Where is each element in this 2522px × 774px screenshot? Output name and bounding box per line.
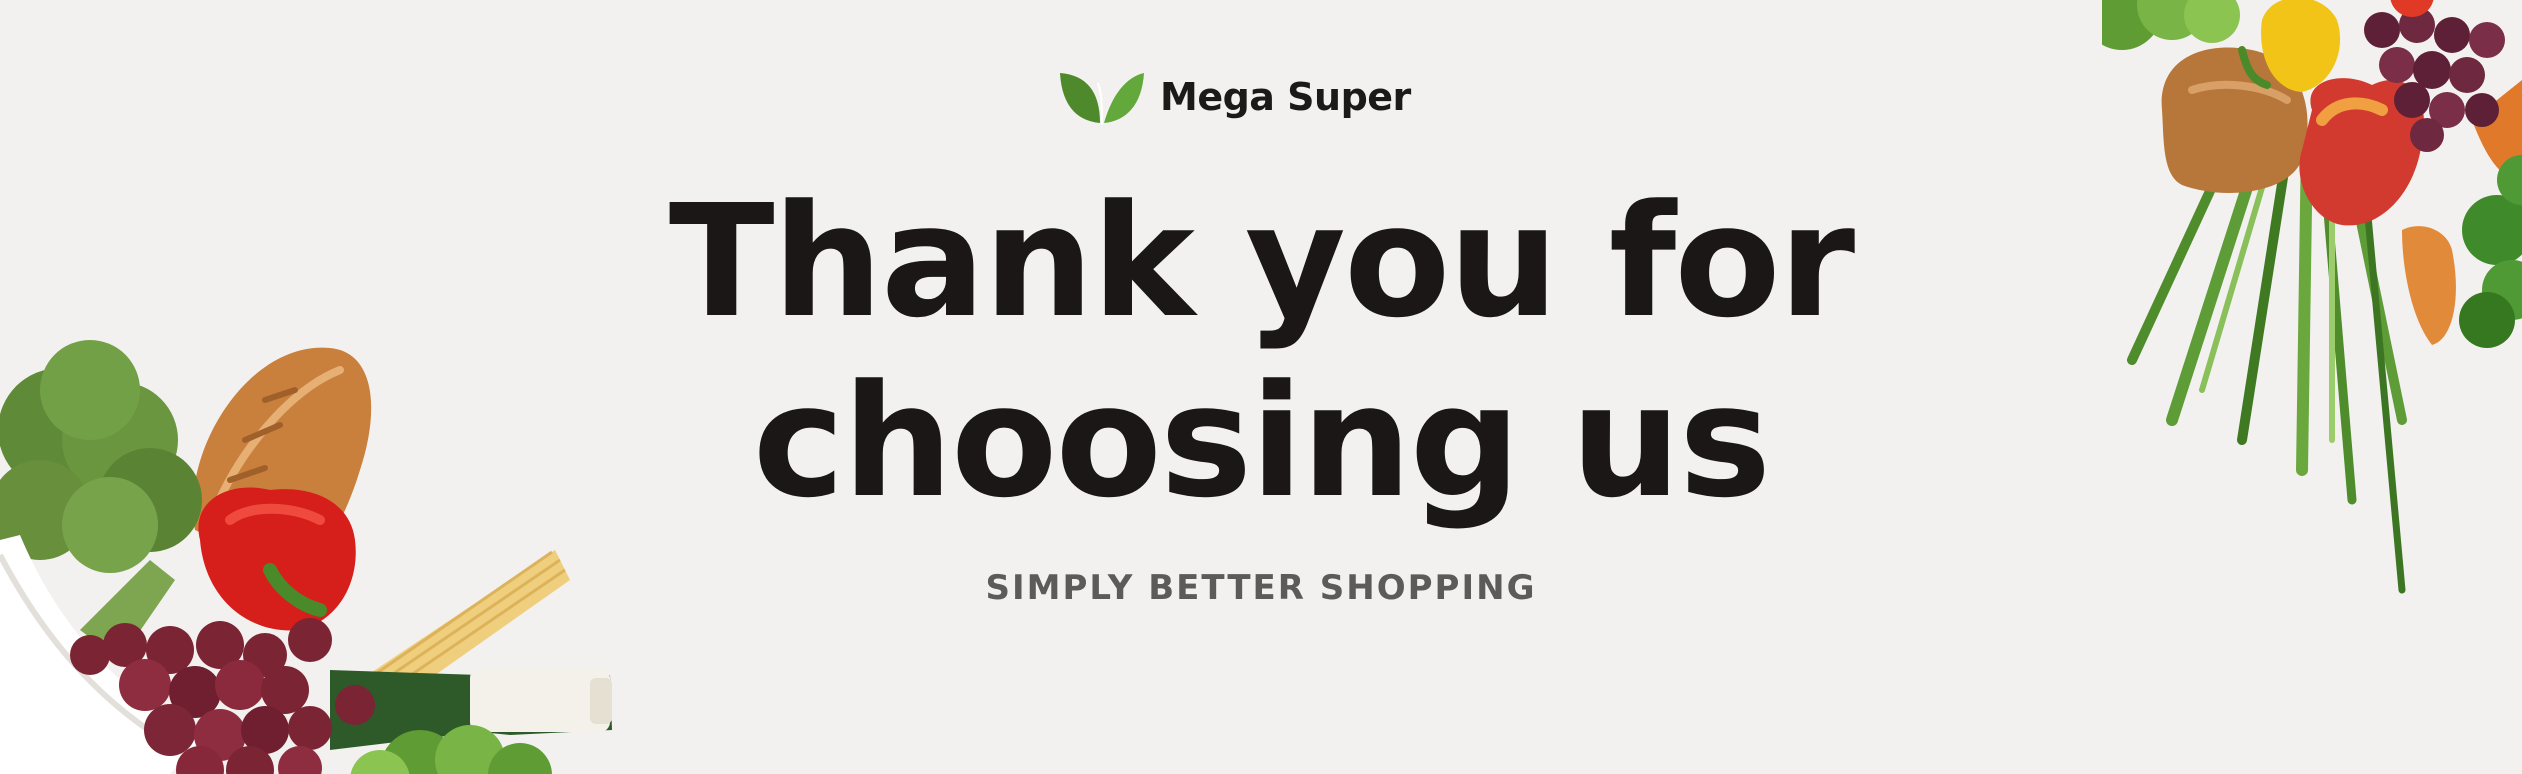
thank-you-banner: Mega Super Thank you for choosing us SIM… xyxy=(0,0,2522,774)
grocery-bag-illustration xyxy=(0,340,612,774)
yellow-pepper-image xyxy=(2238,0,2341,92)
parsley-image xyxy=(2459,155,2522,348)
tagline: SIMPLY BETTER SHOPPING xyxy=(985,568,1537,608)
brand-name: Mega Super xyxy=(1160,75,1411,119)
headline-line-1: Thank you for xyxy=(668,171,1855,352)
red-pepper-image xyxy=(198,487,356,631)
lettuce-top-image xyxy=(2102,0,2240,50)
leaf-icon xyxy=(1060,73,1144,126)
page-title: Thank you for choosing us xyxy=(561,172,1961,532)
vegetables-illustration xyxy=(2102,0,2522,594)
brand-logo[interactable]: Mega Super xyxy=(1058,64,1411,130)
headline-line-2: choosing us xyxy=(752,351,1771,532)
